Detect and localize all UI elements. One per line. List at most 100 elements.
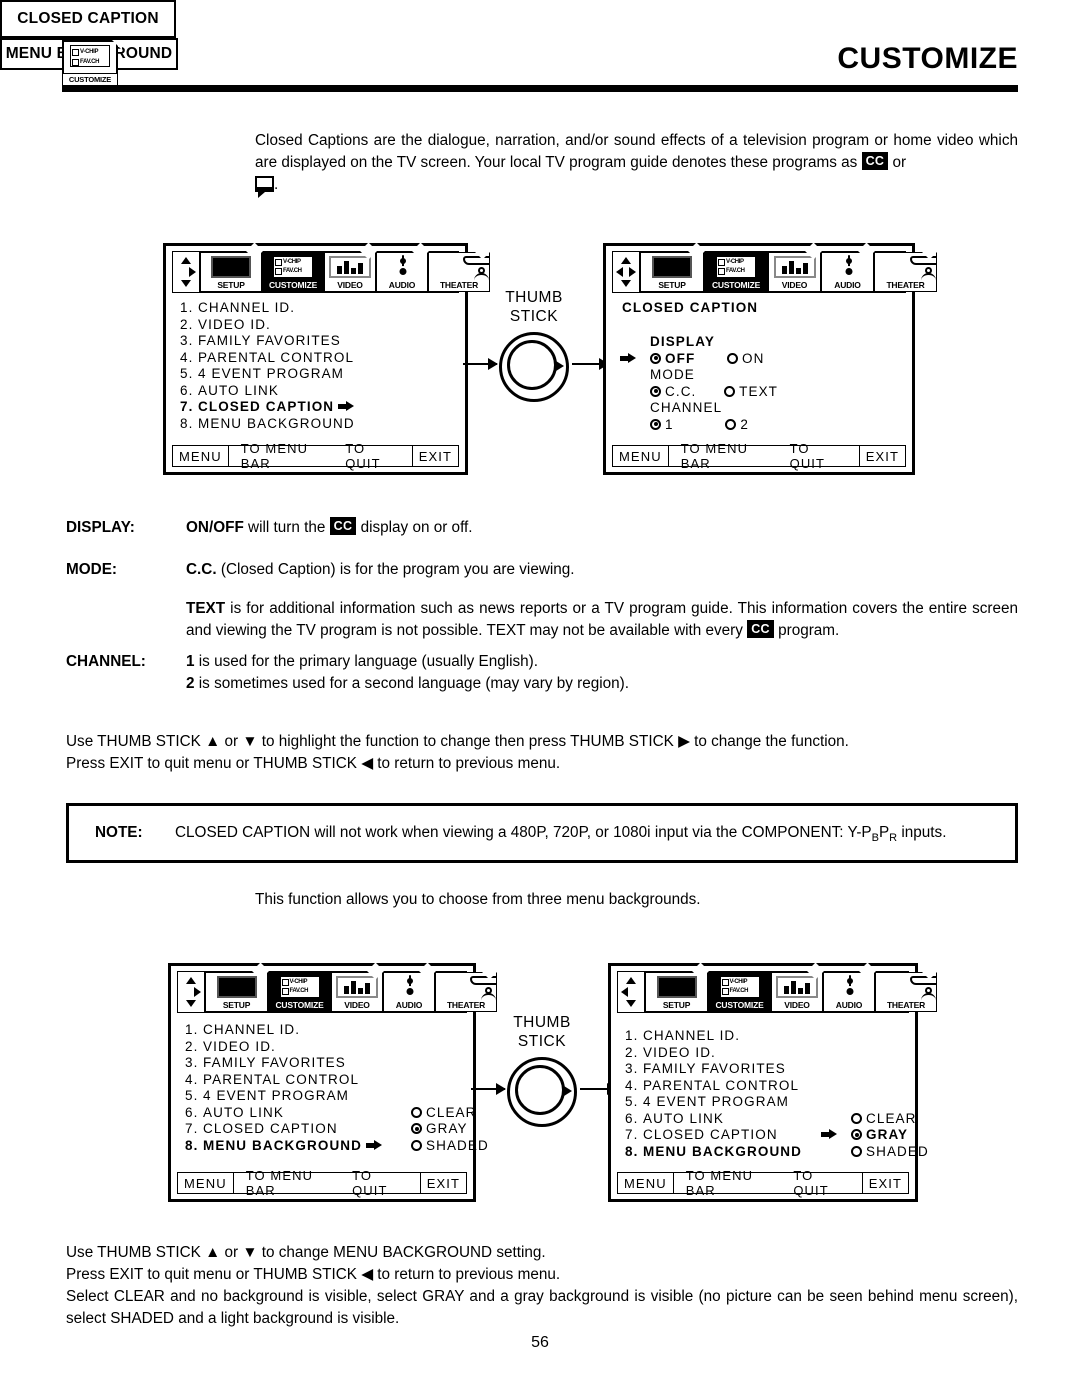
menu-item-family-favorites[interactable]: 3. FAMILY FAVORITES	[625, 1061, 802, 1078]
menu-item-closed-caption[interactable]: 7. CLOSED CAPTION GRAY	[625, 1127, 907, 1144]
cc-channel-options: 1 2	[650, 417, 778, 434]
tab-video[interactable]: VIDEO	[771, 962, 824, 1012]
tab-setup[interactable]: SETUP	[645, 962, 709, 1012]
menu-item-family-favorites[interactable]: 3. FAMILY FAVORITES	[180, 333, 355, 350]
tab-audio[interactable]: AUDIO	[821, 242, 875, 292]
cc-badge-icon: CC	[747, 620, 774, 638]
footer-menu[interactable]: MENU	[173, 446, 228, 466]
tab-customize-label: CUSTOMIZE	[711, 280, 761, 290]
radio-bg-gray[interactable]	[851, 1129, 862, 1140]
thumb-stick-graphic-1: THUMB STICK	[463, 288, 609, 402]
menu-item-channel-id[interactable]: 1. CHANNEL ID.	[625, 1028, 802, 1045]
tab-customize[interactable]: V-CHIP FAV.CH CUSTOMIZE	[708, 972, 771, 1012]
menu-item-video-id[interactable]: 2. VIDEO ID.	[185, 1039, 382, 1056]
radio-bg-shaded[interactable]	[411, 1139, 422, 1151]
footer-menu[interactable]: MENU	[178, 1173, 233, 1193]
radio-channel-1[interactable]	[650, 418, 661, 430]
menu-item-closed-caption[interactable]: 7. CLOSED CAPTION	[180, 399, 355, 416]
menu-item-auto-link[interactable]: 6. AUTO LINK CLEAR	[625, 1111, 915, 1128]
tab-setup[interactable]: SETUP	[200, 242, 263, 292]
thumb-stick-ring-icon	[499, 332, 569, 402]
cc-mode-options: C.C. TEXT	[650, 384, 778, 401]
tab-theater[interactable]: THEATER	[874, 242, 938, 292]
radio-display-on[interactable]	[727, 352, 739, 364]
tab-video-label: VIDEO	[781, 280, 808, 290]
tab-audio[interactable]: AUDIO	[376, 242, 429, 292]
video-bars-icon	[336, 976, 378, 998]
tab-setup-label: SETUP	[217, 280, 245, 290]
menu-background-description: This function allows you to choose from …	[255, 891, 701, 908]
menu-item-video-id[interactable]: 2. VIDEO ID.	[625, 1045, 802, 1062]
tab-audio[interactable]: AUDIO	[823, 962, 876, 1012]
radio-mode-cc[interactable]	[650, 385, 661, 397]
chip-text-1: V-CHIP	[289, 979, 308, 985]
note-label: NOTE:	[95, 824, 143, 841]
radio-bg-gray[interactable]	[411, 1123, 422, 1134]
osd-footer-bar: MENU TO MENU BAR TO QUIT EXIT	[617, 1168, 909, 1198]
footer-menu[interactable]: MENU	[618, 1173, 673, 1193]
menu-item-video-id[interactable]: 2. VIDEO ID.	[180, 317, 355, 334]
menu-item-4-event-program[interactable]: 5. 4 EVENT PROGRAM	[625, 1094, 802, 1111]
tab-video[interactable]: VIDEO	[768, 242, 822, 292]
menu-item-menu-background[interactable]: 8. MENU BACKGROUND SHADED	[185, 1138, 488, 1155]
nav-arrows-icon	[178, 972, 205, 1012]
footer-menu[interactable]: MENU	[613, 446, 668, 466]
tab-video[interactable]: VIDEO	[331, 962, 384, 1012]
radio-bg-shaded[interactable]	[851, 1145, 862, 1157]
tab-setup[interactable]: SETUP	[640, 242, 705, 292]
menu-item-family-favorites[interactable]: 3. FAMILY FAVORITES	[185, 1055, 382, 1072]
menu-item-menu-background[interactable]: 8. MENU BACKGROUND	[180, 416, 355, 433]
thumb-stick-label-2: STICK	[517, 1033, 567, 1050]
osd-menu-bar: SETUP V-CHIP FAV.CH CUSTOMIZE VIDEO AUDI…	[617, 962, 938, 1013]
osd-customize-menu-screen: SETUP V-CHIP FAV.CH CUSTOMIZE VIDEO AUDI…	[163, 242, 491, 475]
tab-theater[interactable]: THEATER	[875, 962, 938, 1012]
thumb-stick-ring-icon	[507, 1057, 577, 1127]
footer-to-quit: TO QUIT	[352, 1168, 388, 1198]
footer-exit[interactable]: EXIT	[860, 446, 905, 466]
tab-audio-label: AUDIO	[395, 1000, 423, 1010]
tab-video[interactable]: VIDEO	[324, 242, 377, 292]
page-header: V-CHIP FAV.CH CUSTOMIZE CUSTOMIZE	[62, 40, 1018, 102]
radio-bg-clear[interactable]	[411, 1106, 422, 1118]
footer-exit[interactable]: EXIT	[421, 1173, 466, 1193]
tab-video-label: VIDEO	[337, 280, 363, 290]
menu-item-channel-id[interactable]: 1. CHANNEL ID.	[180, 300, 355, 317]
v-chip-icon: V-CHIP FAV.CH	[279, 976, 320, 998]
tab-theater[interactable]: THEATER	[428, 242, 491, 292]
tab-customize-label: CUSTOMIZE	[275, 1000, 324, 1010]
radio-bg-clear[interactable]	[851, 1112, 862, 1124]
tab-customize[interactable]: V-CHIP FAV.CH CUSTOMIZE	[704, 252, 768, 292]
tab-theater[interactable]: THEATER	[435, 962, 498, 1012]
menu-item-parental-control[interactable]: 4. PARENTAL CONTROL	[185, 1072, 382, 1089]
closed-caption-intro-or: or	[892, 154, 907, 171]
menu-item-channel-id[interactable]: 1. CHANNEL ID.	[185, 1022, 382, 1039]
menu-item-parental-control[interactable]: 4. PARENTAL CONTROL	[180, 350, 355, 367]
footer-to-menu-bar: TO MENU BAR	[245, 1168, 314, 1198]
video-bars-icon	[776, 976, 818, 998]
chip-text-2: FAV.CH	[729, 988, 749, 994]
menu-item-4-event-program[interactable]: 5. 4 EVENT PROGRAM	[180, 366, 355, 383]
chip-text-2: FAV.CH	[726, 268, 745, 274]
note-text: CLOSED CAPTION will not work when viewin…	[175, 824, 947, 845]
menu-item-closed-caption[interactable]: 7. CLOSED CAPTION GRAY	[185, 1121, 467, 1138]
footer-exit[interactable]: EXIT	[863, 1173, 908, 1193]
tab-audio[interactable]: AUDIO	[383, 962, 436, 1012]
menu-item-auto-link[interactable]: 6. AUTO LINK	[180, 383, 355, 400]
menu-item-4-event-program[interactable]: 5. 4 EVENT PROGRAM	[185, 1088, 382, 1105]
cc-badge-icon: CC	[329, 517, 357, 535]
osd-menu-background-screen-left: SETUP V-CHIP FAV.CH CUSTOMIZE VIDEO AUDI…	[168, 962, 498, 1202]
footer-exit[interactable]: EXIT	[413, 446, 458, 466]
arrow-in-icon	[463, 358, 498, 370]
menu-item-menu-background[interactable]: 8. MENU BACKGROUND SHADED	[625, 1144, 928, 1161]
chip-text-1: V-CHIP	[726, 259, 744, 265]
menu-item-parental-control[interactable]: 4. PARENTAL CONTROL	[625, 1078, 802, 1095]
footer-to-menu-bar: TO MENU BAR	[680, 441, 749, 471]
tab-customize[interactable]: V-CHIP FAV.CH CUSTOMIZE	[262, 252, 324, 292]
tab-setup[interactable]: SETUP	[205, 962, 269, 1012]
tab-customize[interactable]: V-CHIP FAV.CH CUSTOMIZE	[268, 972, 331, 1012]
radio-channel-2[interactable]	[725, 418, 737, 430]
tab-theater-label: THEATER	[446, 1000, 486, 1010]
menu-item-auto-link[interactable]: 6. AUTO LINK CLEAR	[185, 1105, 475, 1122]
radio-mode-text[interactable]	[724, 385, 736, 397]
radio-display-off[interactable]	[650, 352, 661, 364]
